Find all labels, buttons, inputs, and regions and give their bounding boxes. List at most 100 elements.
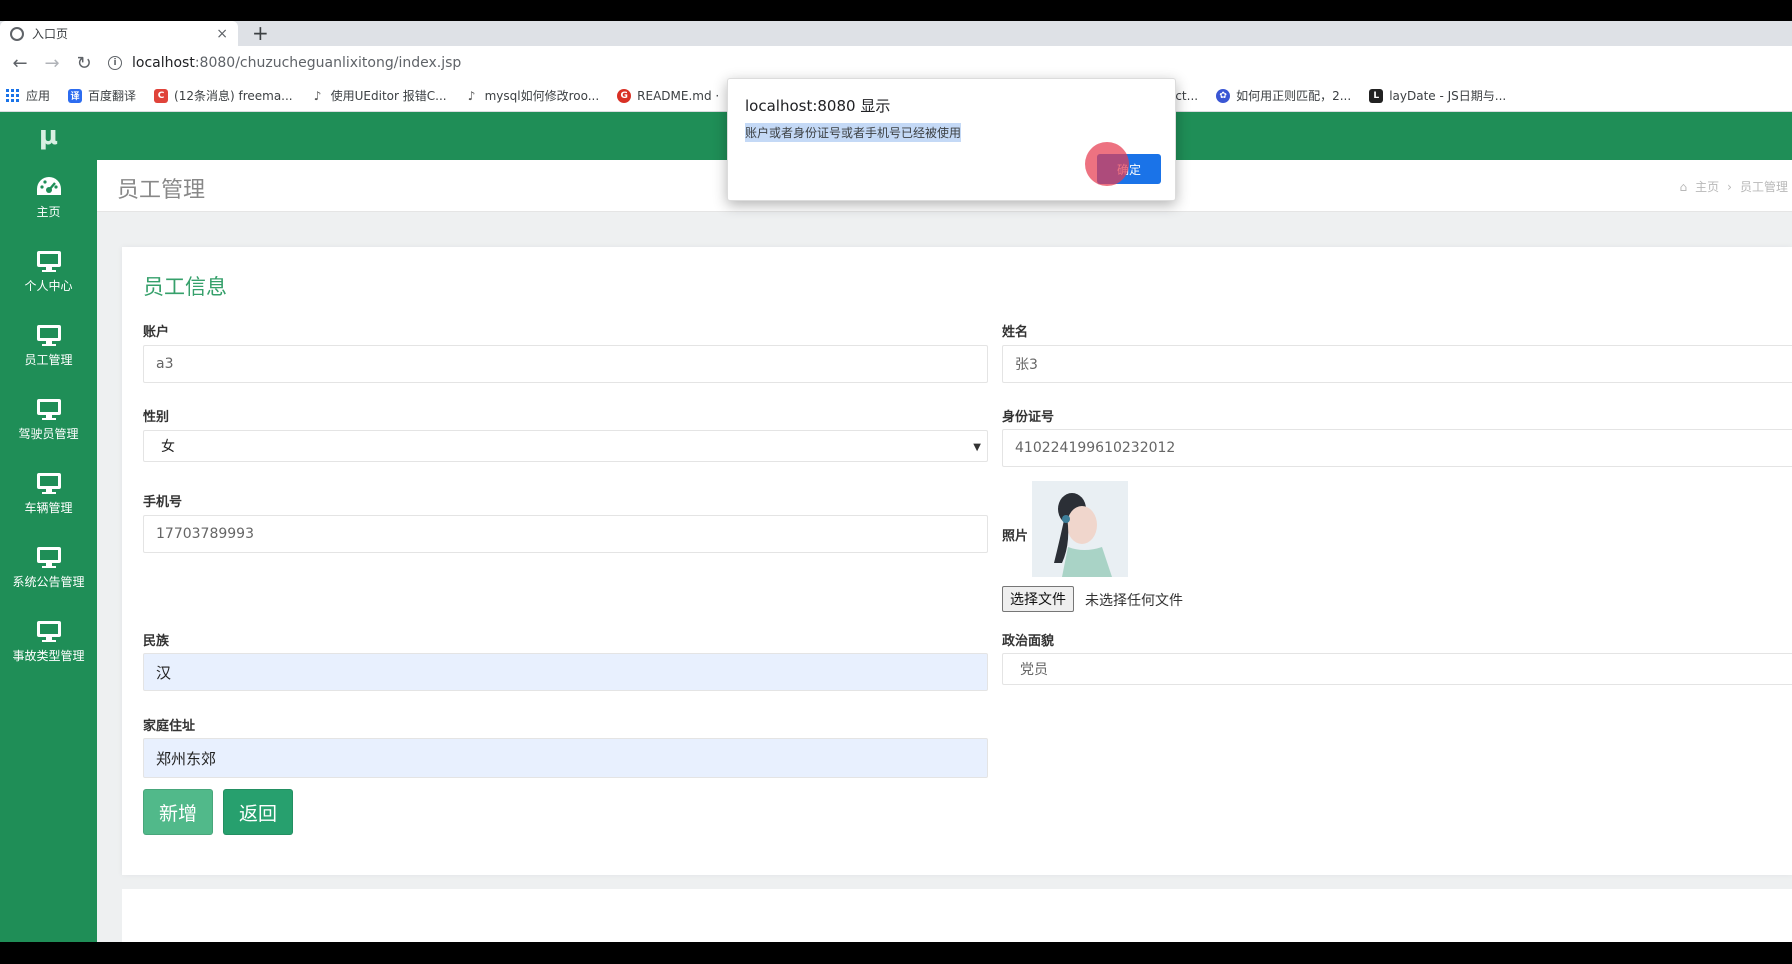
breadcrumb-home[interactable]: 主页 <box>1695 178 1719 195</box>
dialog-message: 账户或者身份证号或者手机号已经被使用 <box>745 123 962 142</box>
address-input[interactable]: 郑州东郊 <box>143 738 988 778</box>
bookmark-item[interactable]: 译 百度翻译 <box>68 87 136 104</box>
political-select[interactable]: 党员 <box>1002 653 1792 685</box>
ethnicity-input[interactable]: 汉 <box>143 653 988 691</box>
url-host: localhost <box>132 55 195 71</box>
sidebar-item-label: 驾驶员管理 <box>18 426 79 441</box>
bookmark-item[interactable]: G README.md · <box>617 88 720 103</box>
letterbox-top <box>0 0 1792 21</box>
bookmark-label: (12条消息) freema... <box>174 89 293 103</box>
employee-photo <box>1032 481 1128 577</box>
globe-icon <box>10 26 24 41</box>
url-path: :8080/chuzucheguanlixitong/index.jsp <box>194 55 462 71</box>
bookmark-label: mysql如何修改roo... <box>484 89 600 103</box>
tab-title: 入口页 <box>32 27 69 41</box>
back-button[interactable]: 返回 <box>223 789 294 835</box>
bookmark-label: 百度翻译 <box>88 89 137 103</box>
gender-select[interactable]: 女 ▼ <box>143 430 988 462</box>
sidebar-item-employees[interactable]: 员工管理 <box>0 308 97 382</box>
bookmark-label: layDate - JS日期与... <box>1389 89 1507 103</box>
forward-arrow-icon[interactable]: → <box>38 49 66 77</box>
sidebar-item-label: 事故类型管理 <box>12 648 85 663</box>
apps-grid-icon <box>6 88 20 103</box>
bookmark-item[interactable]: L layDate - JS日期与... <box>1369 87 1506 104</box>
bookmark-apps[interactable]: 应用 <box>6 87 50 104</box>
address-label: 家庭住址 <box>143 719 196 734</box>
app-viewport: μ 主页 个人中心 员工管理 驾驶员管理 车辆管理 系统公告管理 事故类型管理 <box>0 112 1792 942</box>
letterbox-bottom <box>0 942 1792 964</box>
home-icon: ⌂ <box>1679 179 1688 194</box>
sidebar-item-label: 系统公告管理 <box>12 574 85 589</box>
bookmark-item[interactable]: ♪ mysql如何修改roo... <box>464 87 600 104</box>
csdn-icon: C <box>154 88 169 103</box>
monitor-icon <box>36 472 61 494</box>
monitor-icon <box>36 250 61 272</box>
sidebar-item-label: 车辆管理 <box>24 500 73 515</box>
sidebar-item-home[interactable]: 主页 <box>0 160 97 234</box>
sidebar-item-label: 员工管理 <box>24 352 73 367</box>
bookmark-item[interactable]: ✿ 如何用正则匹配，2... <box>1216 87 1351 104</box>
click-indicator <box>1085 142 1129 186</box>
reload-icon[interactable]: ↻ <box>70 49 98 77</box>
bookmark-label: 如何用正则匹配，2... <box>1236 89 1352 103</box>
back-arrow-icon[interactable]: ← <box>6 49 34 77</box>
alert-dialog: localhost:8080 显示 账户或者身份证号或者手机号已经被使用 确定 <box>727 78 1176 201</box>
sidebar-item-vehicles[interactable]: 车辆管理 <box>0 456 97 530</box>
bookmark-icon: ♪ <box>310 88 325 103</box>
breadcrumb: ⌂ 主页 › 员工管理 <box>1680 178 1788 195</box>
add-button[interactable]: 新增 <box>143 789 214 835</box>
monitor-icon <box>36 620 61 642</box>
gender-value: 女 <box>161 439 175 455</box>
info-icon[interactable]: i <box>108 56 122 70</box>
browser-tab[interactable]: 入口页 × <box>0 21 238 46</box>
file-status: 未选择任何文件 <box>1085 593 1183 609</box>
account-label: 账户 <box>143 325 170 340</box>
bookmark-item[interactable]: ♪ 使用UEditor 报错C... <box>310 87 447 104</box>
bookmark-label: 使用UEditor 报错C... <box>330 89 447 103</box>
political-label: 政治面貌 <box>1002 634 1055 649</box>
monitor-icon <box>36 546 61 568</box>
phone-input[interactable]: 17703789993 <box>143 515 988 553</box>
bookmark-item[interactable]: C (12条消息) freema... <box>154 87 293 104</box>
translate-icon: 译 <box>68 88 83 103</box>
employee-form-card: 员工信息 账户 a3 姓名 张3 性别 女 ▼ 身份证号 41022419961… <box>122 247 1792 875</box>
breadcrumb-current: 员工管理 <box>1739 180 1788 194</box>
idcard-input[interactable]: 410224199610232012 <box>1002 429 1792 467</box>
lower-section <box>122 889 1792 942</box>
sidebar-item-announcements[interactable]: 系统公告管理 <box>0 530 97 604</box>
bookmark-label: README.md · <box>637 88 720 103</box>
name-label: 姓名 <box>1002 325 1029 340</box>
laydate-icon: L <box>1369 88 1384 103</box>
address-bar[interactable]: i localhost:8080/chuzucheguanlixitong/in… <box>108 55 461 71</box>
bookmark-icon: ♪ <box>464 88 479 103</box>
gitee-icon: G <box>617 88 632 103</box>
sidebar-item-label: 主页 <box>36 204 61 219</box>
gender-label: 性别 <box>143 410 170 425</box>
browser-tabbar: 入口页 × + <box>0 21 1792 46</box>
portrait-image <box>1032 481 1128 577</box>
close-icon[interactable]: × <box>216 26 228 42</box>
sidebar-item-label: 个人中心 <box>24 278 73 293</box>
dialog-title: localhost:8080 显示 <box>745 97 891 115</box>
page-title: 员工管理 <box>117 178 206 203</box>
choose-file-button[interactable]: 选择文件 <box>1002 586 1074 612</box>
dashboard-icon <box>36 176 61 195</box>
monitor-icon <box>36 324 61 346</box>
monitor-icon <box>36 398 61 420</box>
idcard-label: 身份证号 <box>1002 410 1055 425</box>
phone-label: 手机号 <box>143 495 183 510</box>
sidebar: μ 主页 个人中心 员工管理 驾驶员管理 车辆管理 系统公告管理 事故类型管理 <box>0 112 97 942</box>
account-input[interactable]: a3 <box>143 345 988 383</box>
name-input[interactable]: 张3 <box>1002 345 1792 383</box>
form-title: 员工信息 <box>143 275 227 299</box>
bookmark-label: 应用 <box>26 89 51 103</box>
baidu-paw-icon: ✿ <box>1216 88 1231 103</box>
logo: μ <box>38 121 59 151</box>
ethnicity-label: 民族 <box>143 634 170 649</box>
breadcrumb-separator: › <box>1727 179 1732 194</box>
browser-toolbar: ← → ↻ i localhost:8080/chuzucheguanlixit… <box>0 46 1792 80</box>
sidebar-item-drivers[interactable]: 驾驶员管理 <box>0 382 97 456</box>
new-tab-button[interactable]: + <box>252 23 269 43</box>
sidebar-item-profile[interactable]: 个人中心 <box>0 234 97 308</box>
sidebar-item-accident-types[interactable]: 事故类型管理 <box>0 604 97 678</box>
